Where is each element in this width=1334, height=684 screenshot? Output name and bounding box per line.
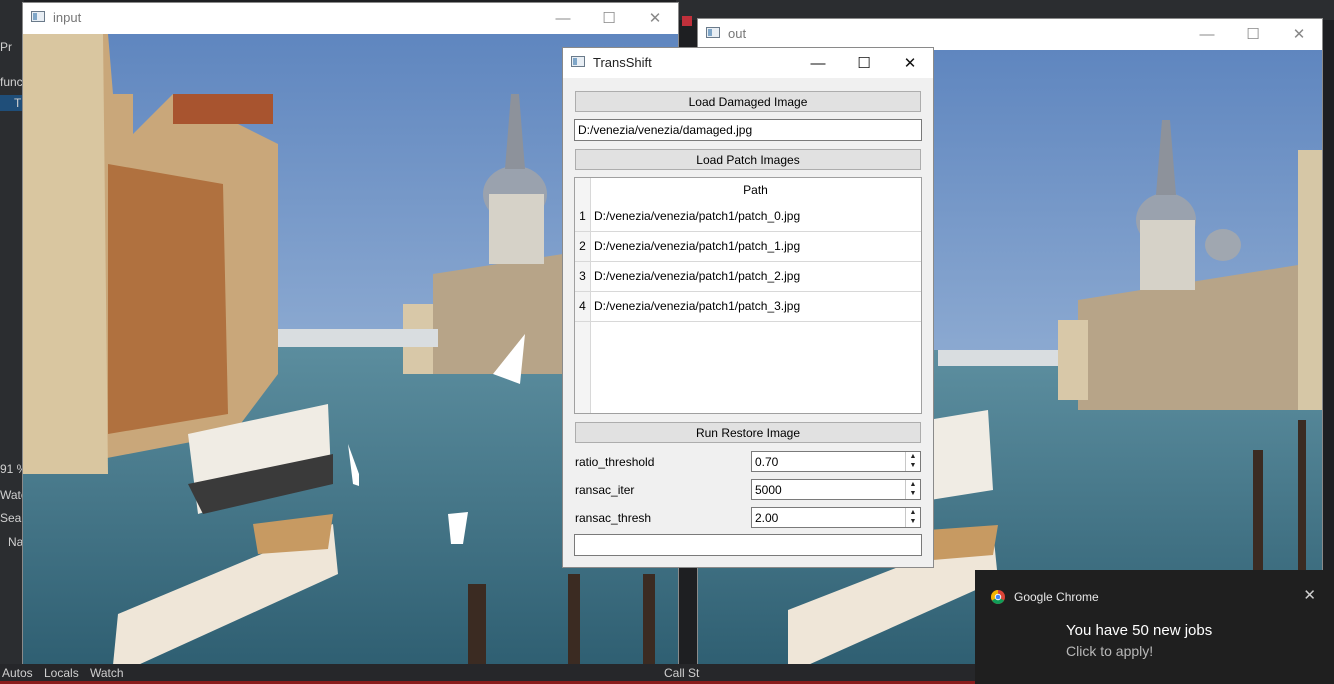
notification-close-button[interactable]: ✕	[1303, 586, 1316, 604]
row-number: 1	[579, 209, 586, 223]
ide-fragment: func	[0, 75, 23, 89]
table-row[interactable]: 1 D:/venezia/venezia/patch1/patch_0.jpg	[575, 201, 921, 232]
record-icon	[682, 16, 692, 26]
ide-fragment: Pr	[0, 40, 12, 54]
row-path[interactable]: D:/venezia/venezia/patch1/patch_0.jpg	[594, 209, 800, 223]
spin-up-icon[interactable]: ▲	[906, 452, 920, 461]
maximize-button[interactable]: ☐	[841, 48, 887, 78]
spin-arrows[interactable]: ▲ ▼	[905, 480, 920, 499]
spin-up-icon[interactable]: ▲	[906, 508, 920, 517]
out-titlebar[interactable]: out — ☐ ✕	[698, 19, 1322, 49]
minimize-button[interactable]: —	[540, 3, 586, 33]
ransac-thresh-value[interactable]: 2.00	[755, 511, 778, 525]
minimize-button[interactable]: —	[1184, 19, 1230, 49]
ide-tab-call-stack[interactable]: Call St	[664, 666, 699, 680]
status-field[interactable]	[574, 534, 922, 556]
row-number: 4	[579, 299, 586, 313]
load-damaged-image-button[interactable]: Load Damaged Image	[575, 91, 921, 112]
table-row[interactable]: 2 D:/venezia/venezia/patch1/patch_1.jpg	[575, 231, 921, 262]
maximize-button[interactable]: ☐	[586, 3, 632, 33]
patch-table[interactable]: Path 1 D:/venezia/venezia/patch1/patch_0…	[574, 177, 922, 414]
spin-arrows[interactable]: ▲ ▼	[905, 508, 920, 527]
ratio-threshold-value[interactable]: 0.70	[755, 455, 778, 469]
ratio-threshold-spinbox[interactable]: 0.70 ▲ ▼	[751, 451, 921, 472]
row-number: 2	[579, 239, 586, 253]
ide-toolbar	[676, 0, 1334, 26]
chrome-notification[interactable]: Google Chrome ✕ You have 50 new jobs Cli…	[975, 570, 1334, 684]
minimize-button[interactable]: —	[795, 48, 841, 78]
notification-headline[interactable]: You have 50 new jobs	[1066, 622, 1212, 639]
out-window-title: out	[728, 26, 747, 41]
damaged-path-field[interactable]: D:/venezia/venezia/damaged.jpg	[574, 119, 922, 141]
ide-tab-locals[interactable]: Locals	[44, 666, 79, 680]
close-button[interactable]: ✕	[1276, 19, 1322, 49]
table-row[interactable]: 3 D:/venezia/venezia/patch1/patch_2.jpg	[575, 261, 921, 292]
dialog-titlebar[interactable]: TransShift — ☐ ✕	[563, 48, 933, 78]
ide-fragment: T	[14, 96, 22, 110]
ratio-threshold-label: ratio_threshold	[575, 455, 655, 469]
ide-tab-watch[interactable]: Watch	[90, 666, 124, 680]
run-restore-image-button[interactable]: Run Restore Image	[575, 422, 921, 443]
window-app-icon	[571, 56, 585, 67]
spin-arrows[interactable]: ▲ ▼	[905, 452, 920, 471]
spin-down-icon[interactable]: ▼	[906, 517, 920, 526]
row-path[interactable]: D:/venezia/venezia/patch1/patch_2.jpg	[594, 269, 800, 283]
maximize-button[interactable]: ☐	[1230, 19, 1276, 49]
window-app-icon	[31, 11, 45, 22]
row-number: 3	[579, 269, 586, 283]
dialog-title: TransShift	[593, 55, 652, 70]
close-button[interactable]: ✕	[887, 48, 933, 78]
ransac-thresh-label: ransac_thresh	[575, 511, 652, 525]
ide-background-left: Pr func T 91 % Watc Sear Na	[0, 0, 27, 684]
spin-down-icon[interactable]: ▼	[906, 461, 920, 470]
row-path[interactable]: D:/venezia/venezia/patch1/patch_3.jpg	[594, 299, 800, 313]
column-header-path[interactable]: Path	[590, 178, 921, 201]
input-titlebar[interactable]: input — ☐ ✕	[23, 3, 678, 33]
notification-app-name: Google Chrome	[1014, 590, 1099, 604]
load-patch-images-button[interactable]: Load Patch Images	[575, 149, 921, 170]
notification-subtext[interactable]: Click to apply!	[1066, 643, 1153, 659]
chrome-icon	[991, 590, 1005, 604]
ransac-thresh-spinbox[interactable]: 2.00 ▲ ▼	[751, 507, 921, 528]
spin-up-icon[interactable]: ▲	[906, 480, 920, 489]
ide-tab-autos[interactable]: Autos	[2, 666, 33, 680]
ransac-iter-spinbox[interactable]: 5000 ▲ ▼	[751, 479, 921, 500]
ransac-iter-value[interactable]: 5000	[755, 483, 782, 497]
close-button[interactable]: ✕	[632, 3, 678, 33]
spin-down-icon[interactable]: ▼	[906, 489, 920, 498]
window-app-icon	[706, 27, 720, 38]
table-row[interactable]: 4 D:/venezia/venezia/patch1/patch_3.jpg	[575, 291, 921, 322]
ransac-iter-label: ransac_iter	[575, 483, 635, 497]
input-window-title: input	[53, 10, 82, 25]
row-path[interactable]: D:/venezia/venezia/patch1/patch_1.jpg	[594, 239, 800, 253]
transshift-dialog[interactable]: TransShift — ☐ ✕ Load Damaged Image D:/v…	[562, 47, 934, 568]
